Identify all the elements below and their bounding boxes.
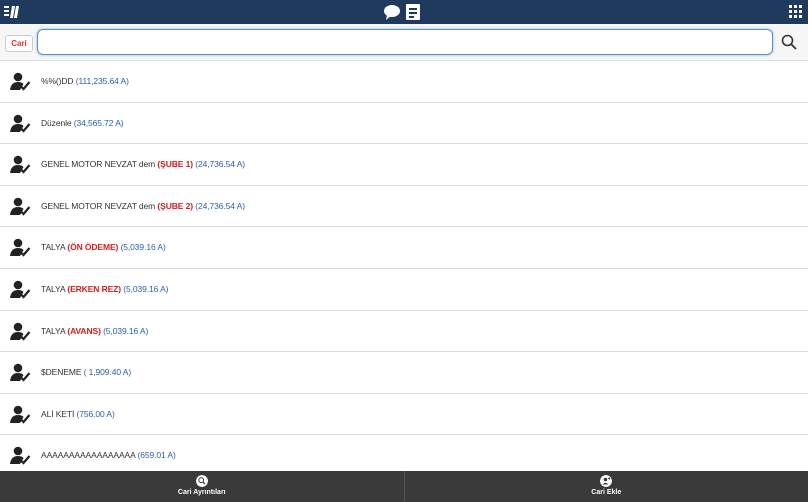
account-name: TALYA bbox=[41, 242, 66, 253]
account-name: Düzenle bbox=[41, 117, 72, 128]
account-name: AAAAAAAAAAAAAAAAA bbox=[41, 450, 136, 461]
bottom-bar: Cari Ayrıntıları Cari Ekle bbox=[0, 471, 808, 502]
list-item[interactable]: %%()DD (111,235.64 A) bbox=[0, 61, 808, 103]
list-item-text: TALYA (AVANS) (5,039.16 A) bbox=[41, 311, 148, 352]
account-list: %%()DD (111,235.64 A) Düzenle (34,565.72 … bbox=[0, 61, 808, 477]
account-amount: (756.00 A) bbox=[76, 408, 115, 419]
account-amount: (34,565.72 A) bbox=[73, 117, 124, 128]
account-amount: (24,736.54 A) bbox=[195, 200, 246, 211]
account-details-icon bbox=[195, 475, 208, 487]
top-bar bbox=[0, 0, 808, 24]
account-tag: (AVANS) bbox=[67, 325, 101, 336]
list-item[interactable]: GENEL MOTOR NEVZAT dem (ŞUBE 1) (24,736.… bbox=[0, 144, 808, 186]
search-bar: Cari bbox=[0, 24, 808, 61]
grid-menu-icon[interactable] bbox=[789, 5, 803, 19]
list-item[interactable]: TALYA (AVANS) (5,039.16 A) bbox=[0, 310, 808, 353]
list-item-text: GENEL MOTOR NEVZAT dem (ŞUBE 1) (24,736.… bbox=[41, 144, 245, 185]
account-name: GENEL MOTOR NEVZAT dem bbox=[41, 159, 156, 170]
account-amount: (659.01 A) bbox=[137, 450, 176, 461]
user-check-icon bbox=[10, 447, 31, 465]
add-account-button[interactable]: Cari Ekle bbox=[405, 471, 808, 502]
account-name: GENEL MOTOR NEVZAT dem bbox=[41, 200, 156, 211]
list-item-text: GENEL MOTOR NEVZAT dem (ŞUBE 2) (24,736.… bbox=[41, 186, 245, 227]
search-type-tag[interactable]: Cari bbox=[5, 35, 33, 52]
list-item-text: $DENEME ( 1,909.40 A) bbox=[41, 352, 131, 393]
add-account-label: Cari Ekle bbox=[591, 489, 622, 496]
account-amount: (5,039.16 A) bbox=[120, 242, 166, 253]
user-check-icon bbox=[10, 155, 31, 174]
add-user-icon bbox=[600, 475, 613, 487]
list-item-text: TALYA (ERKEN REZ) (5,039.16 A) bbox=[41, 269, 169, 310]
list-item[interactable]: Düzenle (34,565.72 A) bbox=[0, 102, 808, 145]
list-item-text: Düzenle (34,565.72 A) bbox=[41, 103, 124, 144]
search-input[interactable] bbox=[37, 29, 773, 55]
document-icon[interactable] bbox=[405, 3, 421, 21]
user-check-icon bbox=[10, 405, 31, 424]
list-item-text: ALİ KETİ (756.00 A) bbox=[41, 394, 115, 435]
list-item[interactable]: ALİ KETİ (756.00 A) bbox=[0, 393, 808, 436]
account-amount: ( 1,909.40 A) bbox=[83, 367, 132, 378]
logo-icon[interactable] bbox=[3, 3, 21, 21]
list-item[interactable]: TALYA (ERKEN REZ) (5,039.16 A) bbox=[0, 268, 808, 311]
account-details-label: Cari Ayrıntıları bbox=[177, 489, 226, 496]
user-check-icon bbox=[10, 280, 31, 299]
account-amount: (5,039.16 A) bbox=[103, 325, 149, 336]
account-tag: (ŞUBE 1) bbox=[157, 159, 193, 170]
account-name: TALYA bbox=[41, 325, 66, 336]
account-tag: (ÖN ÖDEME) bbox=[67, 242, 119, 253]
account-tag: (ERKEN REZ) bbox=[67, 283, 122, 294]
account-name: TALYA bbox=[41, 283, 66, 294]
user-check-icon bbox=[10, 239, 31, 257]
list-item-text: TALYA (ÖN ÖDEME) (5,039.16 A) bbox=[41, 227, 166, 268]
user-check-icon bbox=[10, 197, 31, 216]
account-name: %%()DD bbox=[41, 76, 74, 86]
user-check-icon bbox=[10, 72, 31, 91]
search-icon[interactable] bbox=[780, 33, 798, 51]
user-check-icon bbox=[10, 114, 31, 133]
list-item[interactable]: GENEL MOTOR NEVZAT dem (ŞUBE 2) (24,736.… bbox=[0, 185, 808, 228]
list-item[interactable]: TALYA (ÖN ÖDEME) (5,039.16 A) bbox=[0, 227, 808, 269]
account-tag: (ŞUBE 2) bbox=[157, 200, 193, 211]
top-center-actions bbox=[383, 3, 421, 21]
chat-icon[interactable] bbox=[383, 3, 401, 21]
user-check-icon bbox=[10, 363, 31, 382]
account-amount: (111,235.64 A) bbox=[75, 76, 129, 86]
account-details-button[interactable]: Cari Ayrıntıları bbox=[0, 471, 405, 502]
account-name: $DENEME bbox=[41, 367, 82, 378]
list-item-text: %%()DD (111,235.64 A) bbox=[41, 61, 129, 102]
account-name: ALİ KETİ bbox=[41, 408, 75, 419]
account-amount: (5,039.16 A) bbox=[123, 283, 169, 294]
list-item[interactable]: $DENEME ( 1,909.40 A) bbox=[0, 352, 808, 394]
user-check-icon bbox=[10, 322, 31, 341]
account-amount: (24,736.54 A) bbox=[195, 159, 246, 170]
